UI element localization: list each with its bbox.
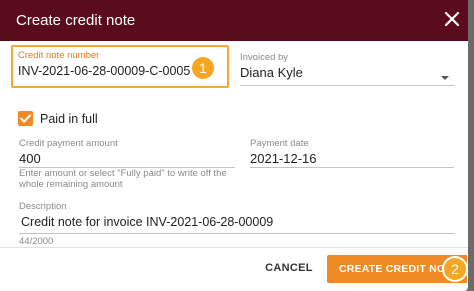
credit-payment-amount-input[interactable]: 400 (19, 151, 41, 166)
description-input[interactable]: Credit note for invoice INV-2021-06-28-0… (21, 215, 273, 229)
dialog-title: Create credit note (16, 12, 136, 29)
payment-date-underline (250, 167, 454, 168)
close-icon[interactable] (441, 8, 463, 30)
step-badge-1: 1 (192, 57, 214, 79)
credit-payment-amount-label: Credit payment amount (19, 138, 118, 149)
credit-note-number-label: Credit note number (18, 50, 100, 61)
payment-date-field[interactable]: Payment date 2021-12-16 (250, 136, 454, 170)
credit-note-number-input[interactable]: INV-2021-06-28-00009-C-00055 (18, 64, 197, 78)
invoiced-by-underline (240, 85, 454, 86)
backdrop (468, 0, 474, 291)
invoiced-by-field[interactable]: Invoiced by Diana Kyle (240, 50, 454, 86)
footer-divider (0, 247, 468, 248)
description-counter: 44/2000 (19, 236, 54, 247)
create-credit-note-dialog: Create credit note Credit note number IN… (0, 0, 468, 291)
paid-in-full-label: Paid in full (40, 112, 98, 126)
description-label: Description (19, 201, 67, 212)
dialog-header: Create credit note (0, 0, 468, 41)
description-underline (19, 233, 455, 234)
invoiced-by-label: Invoiced by (240, 52, 289, 63)
invoiced-by-select[interactable]: Diana Kyle (240, 65, 303, 80)
payment-date-label: Payment date (250, 138, 309, 149)
credit-payment-amount-field[interactable]: Credit payment amount 400 (19, 136, 235, 170)
description-field[interactable]: Description Credit note for invoice INV-… (19, 199, 455, 247)
payment-date-input[interactable]: 2021-12-16 (250, 151, 317, 166)
credit-payment-amount-hint: Enter amount or select "Fully paid" to w… (19, 168, 227, 190)
step-badge-2: 2 (444, 258, 466, 280)
cancel-button[interactable]: CANCEL (262, 257, 316, 279)
paid-in-full-checkbox[interactable] (18, 111, 33, 126)
credit-note-number-field[interactable]: Credit note number INV-2021-06-28-00009-… (18, 50, 218, 84)
checkmark-icon (20, 114, 31, 123)
